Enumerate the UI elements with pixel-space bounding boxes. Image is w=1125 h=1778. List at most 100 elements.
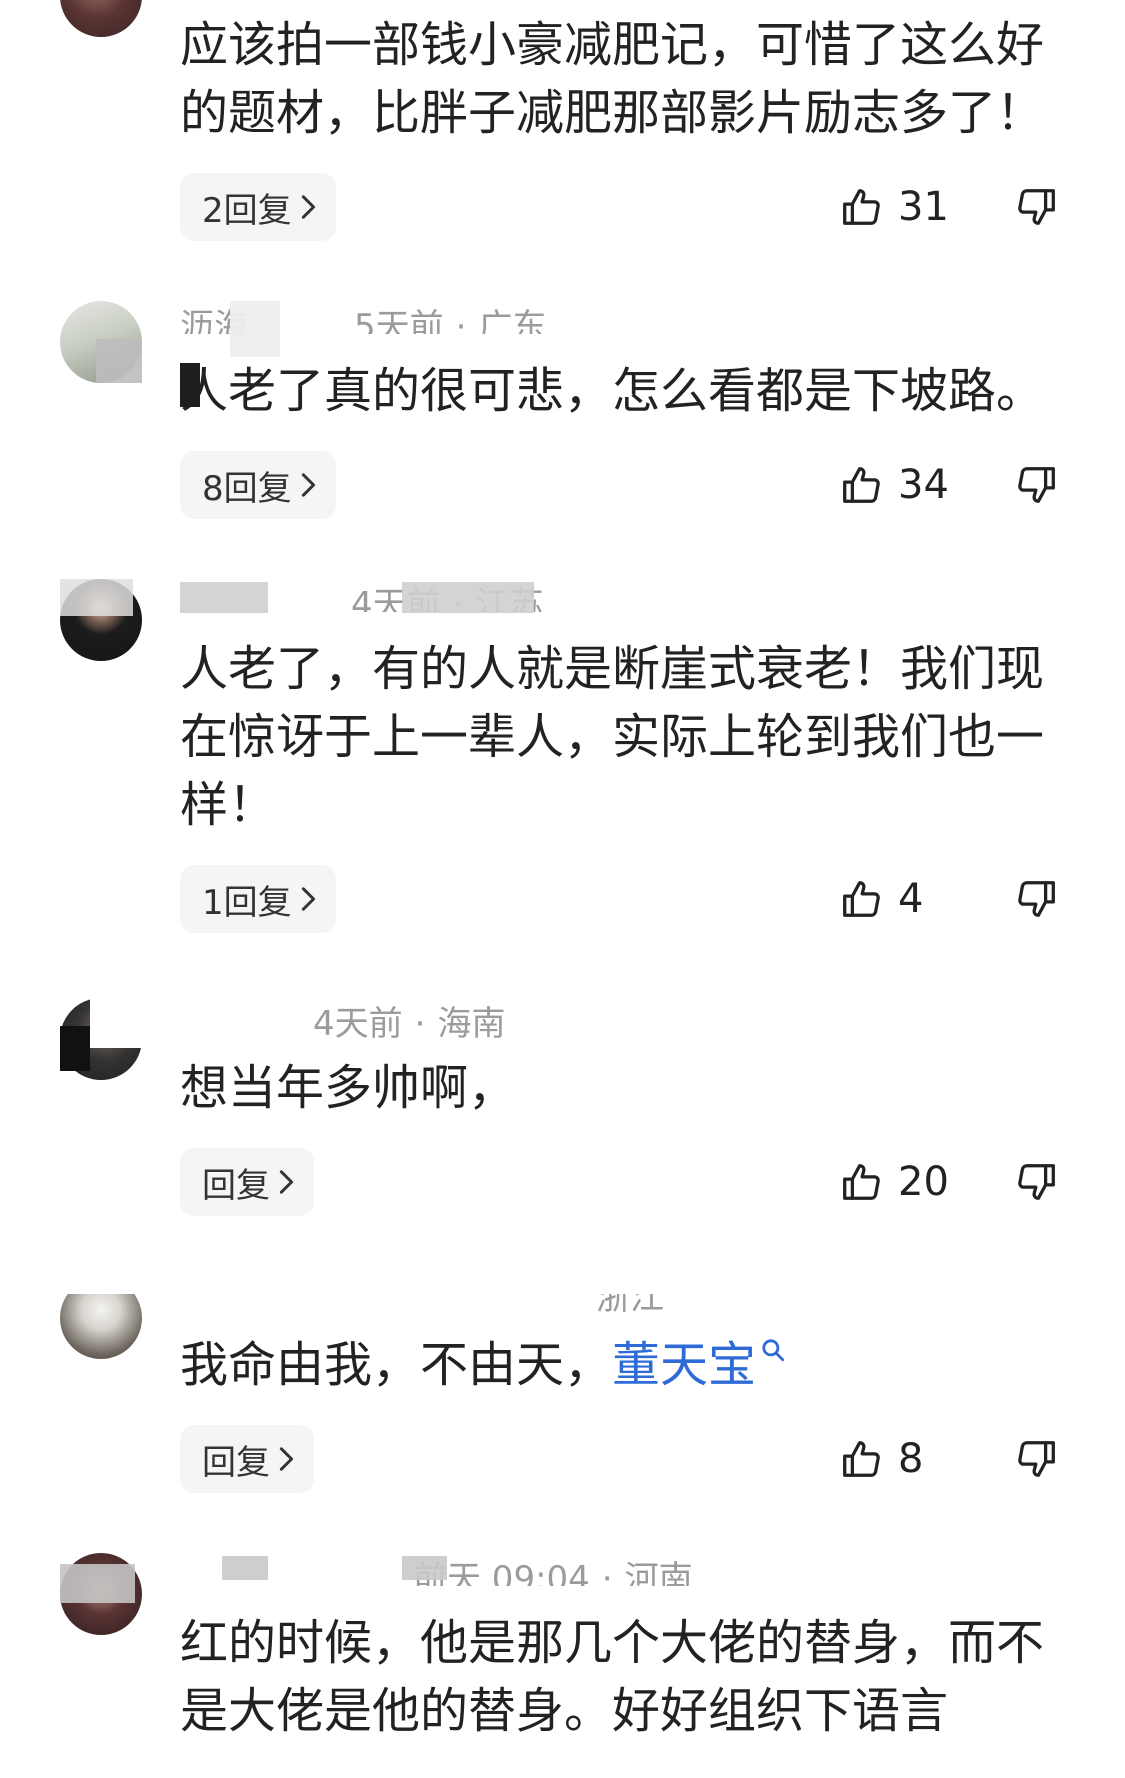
dislike-button[interactable]	[1014, 865, 1060, 933]
comment-text-line: 在惊讶于上一辈人，实际上轮到我们也一	[180, 703, 1125, 771]
comment-text-line: 应该拍一部钱小豪减肥记，可惜了这么好	[180, 11, 1125, 79]
comment: 4天前 · 江苏人老了，有的人就是断崖式衰老！我们现 在惊讶于上一辈人，实际上轮到我们…	[0, 579, 1125, 933]
comment-text-segment: 是大佬是他的替身。好好组织下语言	[180, 1683, 949, 1739]
avatar[interactable]	[60, 579, 142, 661]
comment-text-segment: 想当年多帅啊，	[180, 1060, 517, 1116]
comment-actions: 2回复 31	[0, 173, 1125, 241]
reply-button[interactable]: 1回复	[180, 865, 336, 933]
comment-text-segment: 样！	[180, 777, 277, 833]
thumbs-down-icon[interactable]	[1014, 184, 1060, 230]
avatar-image	[60, 1553, 142, 1635]
comment-text-segment: 应该拍一部钱小豪减肥记，可惜了这么好	[180, 17, 1045, 73]
avatar[interactable]	[60, 0, 142, 37]
chevron-right-icon	[298, 472, 318, 498]
reply-label: 回复	[202, 1165, 270, 1206]
reply-label: 8回复	[202, 468, 292, 509]
search-link[interactable]: 董天宝	[612, 1337, 756, 1393]
avatar[interactable]	[60, 1553, 142, 1635]
avatar[interactable]	[60, 998, 142, 1080]
like-button[interactable]: 8	[838, 1425, 923, 1493]
comment-text-line: 红的时候，他是那几个大佬的替身，而不	[180, 1609, 1125, 1677]
dislike-button[interactable]	[1014, 1425, 1060, 1493]
like-button[interactable]: 34	[838, 451, 949, 519]
comment-time: 前天 09:04	[413, 1559, 590, 1586]
comment: 前天 09:04 · 河南红的时候，他是那几个大佬的替身，而不是大佬是他的替身。好好…	[0, 1553, 1125, 1745]
comment-meta: 4天前 · 江苏	[180, 579, 1125, 635]
comment-actions: 回复 20	[0, 1148, 1125, 1216]
comment-location: 河南	[624, 1559, 693, 1586]
thumbs-up-icon[interactable]	[838, 876, 884, 922]
comment-text-line: 样！	[180, 771, 1125, 839]
comment-meta: 沥海 5天前 · 广东	[180, 301, 1125, 357]
comment-text-line: 是大佬是他的替身。好好组织下语言	[180, 1677, 1125, 1745]
comment-text-segment: 人老了，有的人就是断崖式衰老！我们现	[180, 641, 1045, 697]
comment-text-segment: 人老了真的很可悲，怎么看都是下坡路。	[180, 363, 1045, 419]
comment-text-segment: 在惊讶于上一辈人，实际上轮到我们也一	[180, 709, 1045, 765]
avatar-image	[60, 998, 142, 1080]
avatar[interactable]	[60, 1294, 142, 1359]
comment-actions: 回复 8	[0, 1425, 1125, 1493]
comment: 浙江我命由我，不由天，董天宝回复 8	[0, 1275, 1125, 1493]
dislike-button[interactable]	[1014, 173, 1060, 241]
reply-button[interactable]: 8回复	[180, 451, 336, 519]
comment-meta: 4天前 · 海南	[180, 998, 1125, 1054]
comment-location: 江苏	[475, 585, 544, 612]
reply-label: 回复	[202, 1442, 270, 1483]
thumbs-up-icon[interactable]	[838, 462, 884, 508]
comment: 沥海 5天前 · 广东人老了真的很可悲，怎么看都是下坡路。 8回复 34	[0, 301, 1125, 519]
thumbs-down-icon[interactable]	[1014, 876, 1060, 922]
separator-dot: ·	[601, 1559, 613, 1586]
separator-dot: ·	[455, 307, 467, 334]
comment-text: 应该拍一部钱小豪减肥记，可惜了这么好 的题材，比胖子减肥那部影片励志多了！	[180, 11, 1125, 147]
like-count: 31	[898, 184, 949, 230]
comment-text: 人老了真的很可悲，怎么看都是下坡路。	[180, 357, 1125, 425]
like-count: 20	[898, 1159, 949, 1205]
reply-label: 1回复	[202, 882, 292, 923]
thumbs-up-icon[interactable]	[838, 1159, 884, 1205]
avatar-image	[60, 1294, 142, 1359]
comment-actions: 8回复 34	[0, 451, 1125, 519]
comment-text-segment: 的题材，比胖子减肥那部影片励志多了！	[180, 85, 1045, 141]
comment-time: 4天前	[313, 1004, 403, 1044]
reply-button[interactable]: 2回复	[180, 173, 336, 241]
thumbs-up-icon[interactable]	[838, 1436, 884, 1482]
chevron-right-icon	[276, 1169, 296, 1195]
thumbs-down-icon[interactable]	[1014, 1436, 1060, 1482]
thumbs-up-icon[interactable]	[838, 184, 884, 230]
like-button[interactable]: 20	[838, 1148, 949, 1216]
comment-time: 5天前	[354, 307, 444, 334]
comment-location: 海南	[437, 1004, 506, 1044]
comment-time: 4天前	[351, 585, 441, 612]
comment-text-line: 我命由我，不由天，董天宝	[180, 1331, 1125, 1399]
avatar-image	[60, 579, 142, 661]
comment-location: 浙江	[596, 1294, 664, 1318]
comment-meta: 浙江	[180, 1275, 1125, 1331]
comment-text-line: 人老了真的很可悲，怎么看都是下坡路。	[180, 357, 1125, 425]
comment-location: 广东	[478, 307, 547, 334]
like-count: 8	[898, 1436, 924, 1482]
dislike-button[interactable]	[1014, 451, 1060, 519]
search-icon[interactable]	[760, 1337, 786, 1363]
like-count: 34	[898, 462, 949, 508]
comment-text-segment: 我命由我，不由天，	[180, 1337, 613, 1393]
comment: 应该拍一部钱小豪减肥记，可惜了这么好 的题材，比胖子减肥那部影片励志多了！ 2回复 3…	[0, 0, 1125, 241]
comment-list: 应该拍一部钱小豪减肥记，可惜了这么好 的题材，比胖子减肥那部影片励志多了！ 2回复 3…	[0, 0, 1125, 1778]
comment-text-line: 想当年多帅啊，	[180, 1054, 1125, 1122]
comment-meta: 前天 09:04 · 河南	[180, 1553, 1125, 1609]
thumbs-down-icon[interactable]	[1014, 1159, 1060, 1205]
dislike-button[interactable]	[1014, 1148, 1060, 1216]
reply-button[interactable]: 回复	[180, 1425, 314, 1493]
like-count: 4	[898, 876, 924, 922]
username[interactable]: 沥海	[180, 307, 354, 334]
like-button[interactable]: 4	[838, 865, 923, 933]
separator-dot: ·	[452, 585, 464, 612]
thumbs-down-icon[interactable]	[1014, 462, 1060, 508]
comment-text: 我命由我，不由天，董天宝	[180, 1331, 1125, 1399]
comment-text: 人老了，有的人就是断崖式衰老！我们现 在惊讶于上一辈人，实际上轮到我们也一 样！	[180, 635, 1125, 839]
like-button[interactable]: 31	[838, 173, 949, 241]
chevron-right-icon	[276, 1446, 296, 1472]
reply-button[interactable]: 回复	[180, 1148, 314, 1216]
comment-text: 红的时候，他是那几个大佬的替身，而不是大佬是他的替身。好好组织下语言	[180, 1609, 1125, 1745]
avatar[interactable]	[60, 301, 142, 383]
chevron-right-icon	[298, 194, 318, 220]
